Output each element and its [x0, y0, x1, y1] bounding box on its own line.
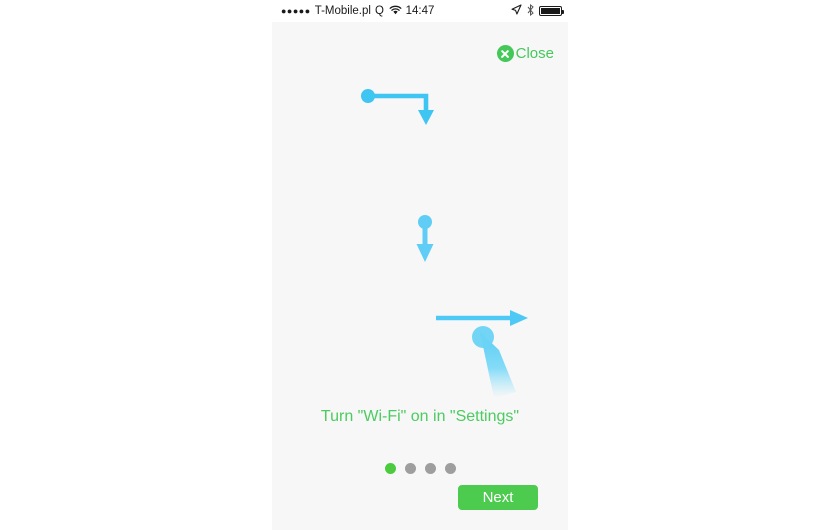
next-button[interactable]: Next [458, 485, 538, 510]
pager-dot-1[interactable] [384, 463, 396, 474]
location-arrow-icon [511, 4, 522, 18]
arrow-right-icon [436, 310, 528, 326]
battery-full-icon [539, 6, 564, 16]
tutorial-annotations [361, 89, 528, 398]
instruction-caption: Turn "Wi-Fi" on in "Settings" [320, 408, 520, 425]
pager-dots [272, 463, 568, 474]
status-bar-right [511, 3, 564, 19]
device-status-bar: ●●●●● T-Mobile.pl Q 14:47 [272, 0, 568, 22]
app-screen: ●●●●● T-Mobile.pl Q 14:47 Close Turn "Wi… [272, 0, 568, 530]
bluetooth-icon [527, 3, 534, 19]
tap-pointer-icon [472, 326, 516, 398]
arrow-down-icon [416, 215, 434, 262]
pager-dot-2[interactable] [404, 463, 416, 474]
close-circle-icon [496, 45, 514, 62]
pager-dot-4[interactable] [444, 463, 456, 474]
pager-dot-3[interactable] [424, 463, 436, 474]
close-button-label: Close [515, 45, 554, 62]
close-button[interactable]: Close [496, 45, 554, 62]
arrow-down-icon [361, 89, 434, 125]
